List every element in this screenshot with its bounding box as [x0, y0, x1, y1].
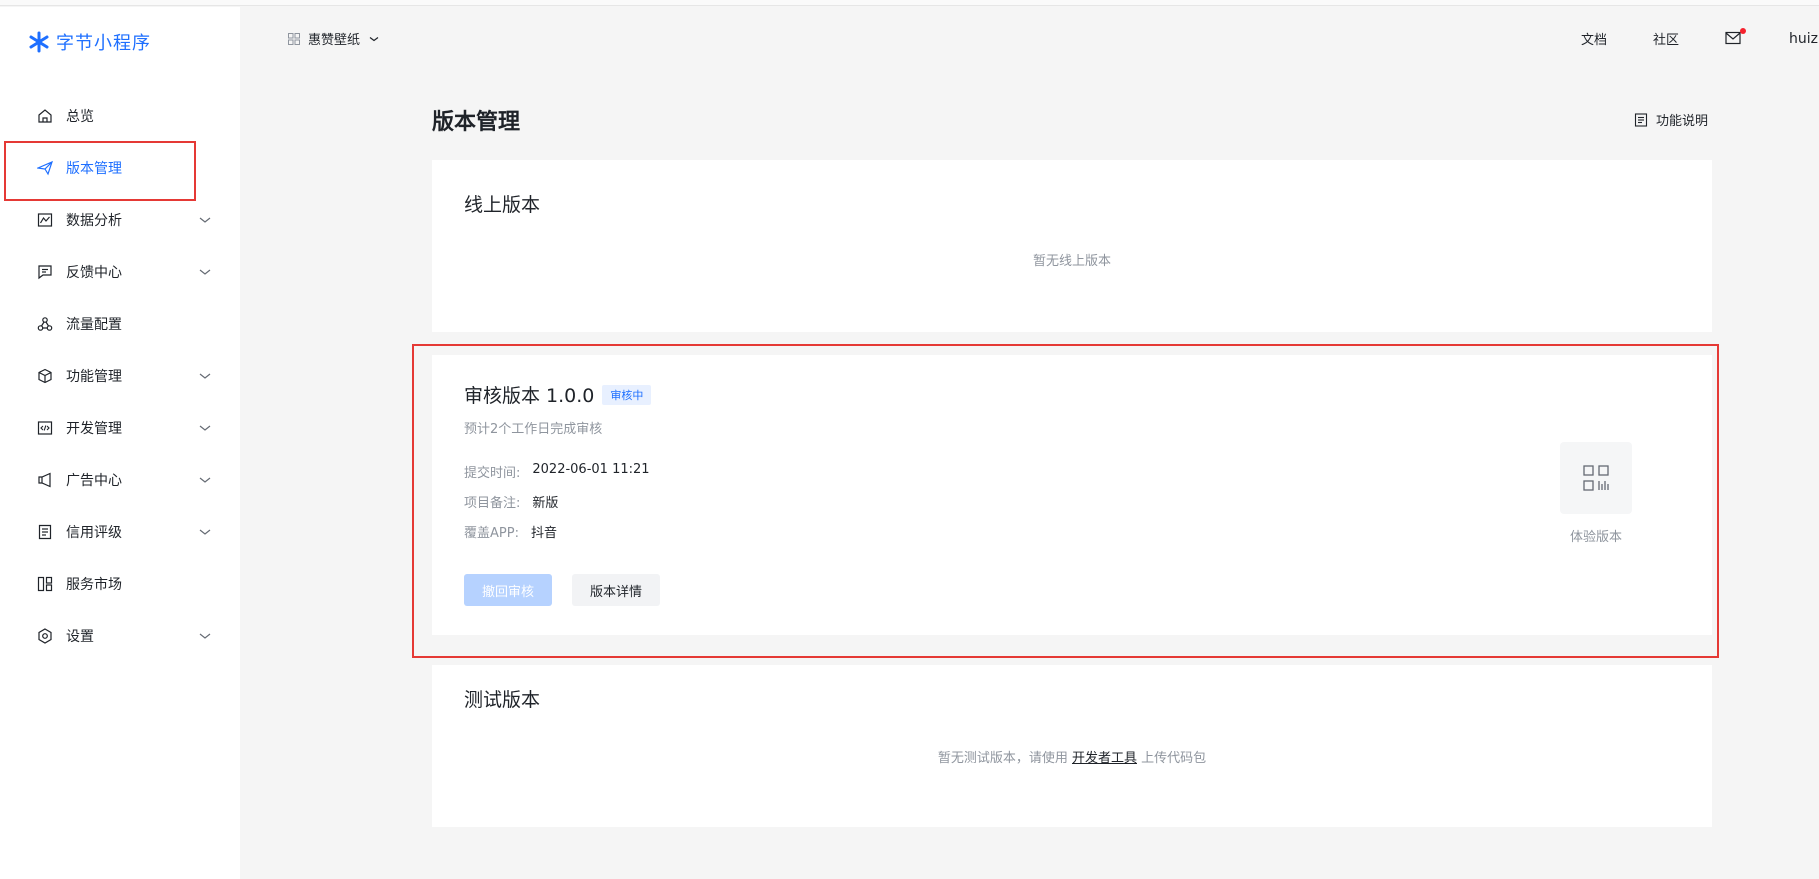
gear-icon [36, 627, 54, 645]
sidebar-item-label: 信用评级 [66, 525, 122, 541]
test-version-title: 测试版本 [464, 689, 541, 711]
online-version-card: 线上版本 暂无线上版本 [432, 160, 1712, 332]
window-top-strip [0, 0, 1819, 6]
help-link[interactable]: 功能说明 [1634, 110, 1708, 129]
sidebar-item-service-market[interactable]: 服务市场 [0, 558, 240, 610]
app-grid-icon [288, 32, 300, 45]
sidebar-item-label: 流量配置 [66, 317, 122, 333]
app-switcher[interactable]: 惠赞壁纸 [288, 29, 380, 48]
developer-tools-link[interactable]: 开发者工具 [1072, 751, 1137, 766]
sidebar-item-dev-management[interactable]: 开发管理 [0, 402, 240, 454]
home-icon [36, 107, 54, 125]
chevron-down-icon [199, 269, 211, 275]
sidebar-item-label: 开发管理 [66, 421, 122, 437]
top-links: 文档 社区 huiz [1581, 27, 1819, 48]
chevron-down-icon [199, 477, 211, 483]
sidebar-item-settings[interactable]: 设置 [0, 610, 240, 662]
sidebar-item-label: 总览 [66, 109, 94, 125]
chevron-down-icon [199, 425, 211, 431]
docs-link[interactable]: 文档 [1581, 29, 1607, 48]
test-version-empty: 暂无测试版本，请使用 开发者工具 上传代码包 [432, 747, 1712, 766]
sidebar-item-overview[interactable]: 总览 [0, 90, 240, 142]
test-empty-suffix: 上传代码包 [1141, 751, 1207, 766]
sidebar-item-feedback-center[interactable]: 反馈中心 [0, 246, 240, 298]
test-version-card: 测试版本 暂无测试版本，请使用 开发者工具 上传代码包 [432, 665, 1712, 827]
bytedance-logo-icon [29, 31, 49, 53]
grid-panels-icon [36, 575, 54, 593]
sidebar-item-label: 版本管理 [66, 161, 122, 177]
message-mail-icon[interactable] [1725, 27, 1746, 47]
sidebar-item-traffic-config[interactable]: 流量配置 [0, 298, 240, 350]
cube-icon [36, 367, 54, 385]
sidebar-item-label: 服务市场 [66, 577, 122, 593]
message-icon [36, 263, 54, 281]
brand-logo[interactable]: 字节小程序 [28, 29, 151, 55]
sidebar-item-label: 广告中心 [66, 473, 122, 489]
document-list-icon [36, 523, 54, 541]
sidebar-item-label: 数据分析 [66, 213, 122, 229]
sidebar-item-feature-management[interactable]: 功能管理 [0, 350, 240, 402]
share-nodes-icon [36, 315, 54, 333]
community-link[interactable]: 社区 [1653, 29, 1679, 48]
sidebar-item-label: 反馈中心 [66, 265, 122, 281]
online-version-title: 线上版本 [464, 194, 541, 216]
brand-name: 字节小程序 [56, 33, 151, 54]
sidebar-item-version-management[interactable]: 版本管理 [0, 141, 240, 201]
chevron-down-icon [199, 529, 211, 535]
document-icon [1634, 112, 1648, 127]
review-card-highlight-box [412, 344, 1719, 658]
sidebar: 字节小程序 总览 版本管理 数据分析 反馈中心 流量配置 功能管理 开发管理 广… [0, 7, 240, 879]
sidebar-item-credit-rating[interactable]: 信用评级 [0, 506, 240, 558]
test-empty-prefix: 暂无测试版本，请使用 [937, 751, 1068, 766]
sidebar-item-label: 功能管理 [66, 369, 122, 385]
chevron-down-icon [369, 36, 379, 41]
sidebar-item-label: 设置 [66, 629, 94, 645]
paper-plane-icon [36, 159, 54, 177]
code-icon [36, 419, 54, 437]
user-name[interactable]: huiz [1789, 31, 1819, 47]
sidebar-item-data-analysis[interactable]: 数据分析 [0, 194, 240, 246]
megaphone-icon [36, 471, 54, 489]
online-version-empty: 暂无线上版本 [1032, 254, 1111, 269]
sidebar-nav: 总览 版本管理 数据分析 反馈中心 流量配置 功能管理 开发管理 广告中心 信用… [0, 90, 240, 662]
sidebar-item-ad-center[interactable]: 广告中心 [0, 454, 240, 506]
page-title: 版本管理 [432, 110, 521, 135]
unread-dot [1740, 27, 1746, 34]
app-name: 惠赞壁纸 [308, 33, 361, 48]
chevron-down-icon [199, 373, 211, 379]
chevron-down-icon [199, 217, 211, 223]
top-bar: 惠赞壁纸 文档 社区 huiz [240, 7, 1819, 69]
chevron-down-icon [199, 633, 211, 639]
help-link-label: 功能说明 [1656, 114, 1709, 129]
chart-icon [36, 211, 54, 229]
